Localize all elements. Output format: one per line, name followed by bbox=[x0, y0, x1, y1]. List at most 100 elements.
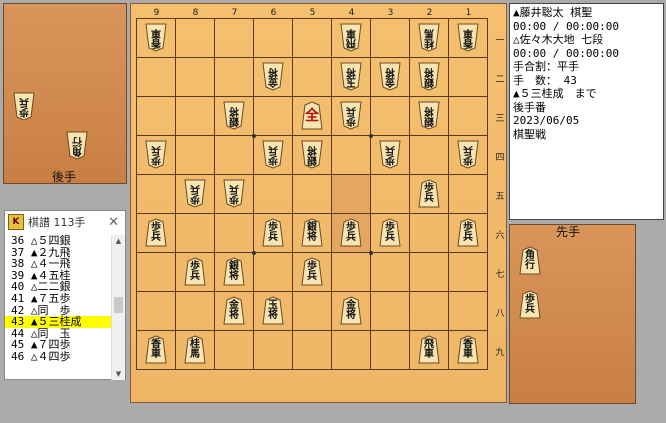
sente-pawn-piece[interactable]: 歩兵 bbox=[145, 218, 167, 247]
sente-pawn-piece[interactable]: 歩兵 bbox=[519, 290, 541, 319]
gote-lance-piece[interactable]: 香車 bbox=[145, 23, 167, 52]
board-square[interactable] bbox=[332, 253, 371, 292]
sente-hand-stand[interactable]: 先手 角行 歩兵 bbox=[509, 224, 636, 404]
board-square[interactable] bbox=[215, 214, 254, 253]
gote-pawn-piece[interactable]: 歩兵 bbox=[145, 140, 167, 169]
board-square[interactable] bbox=[371, 97, 410, 136]
board-square[interactable] bbox=[176, 292, 215, 331]
sente-rook-piece[interactable]: 飛車 bbox=[418, 335, 440, 364]
board-square[interactable] bbox=[371, 292, 410, 331]
gote-silver-piece[interactable]: 銀将 bbox=[301, 140, 323, 169]
gote-silver-piece[interactable]: 銀将 bbox=[223, 101, 245, 130]
board-square[interactable] bbox=[215, 331, 254, 370]
board-square[interactable] bbox=[449, 97, 488, 136]
kifu-window[interactable]: K 棋譜 113手 ✕ 36 △５四銀 37 ▲２九飛 38 △４一飛 39 ▲４五桂… bbox=[4, 210, 126, 380]
kifu-move-row[interactable]: 41 ▲７五歩 bbox=[5, 293, 113, 305]
kifu-move-row[interactable]: 36 △５四銀 bbox=[5, 235, 113, 247]
scroll-up-icon[interactable]: ▲ bbox=[112, 235, 125, 247]
sente-pawn-piece[interactable]: 歩兵 bbox=[184, 257, 206, 286]
board-square[interactable] bbox=[137, 292, 176, 331]
board-square[interactable] bbox=[332, 136, 371, 175]
sente-pawn-piece[interactable]: 歩兵 bbox=[379, 218, 401, 247]
board-square[interactable] bbox=[293, 292, 332, 331]
sente-knight-piece[interactable]: 桂馬 bbox=[184, 335, 206, 364]
sente-silver-piece[interactable]: 銀将 bbox=[223, 257, 245, 286]
sente-silver-piece[interactable]: 銀将 bbox=[301, 218, 323, 247]
board-square[interactable] bbox=[371, 175, 410, 214]
board-square[interactable] bbox=[137, 97, 176, 136]
gote-hand-stand[interactable]: 歩兵 角行 後手 bbox=[3, 3, 127, 184]
board-square[interactable] bbox=[254, 97, 293, 136]
board-square[interactable] bbox=[449, 292, 488, 331]
board-square[interactable] bbox=[449, 175, 488, 214]
gote-gold-piece[interactable]: 金将 bbox=[379, 62, 401, 91]
board-square[interactable] bbox=[254, 331, 293, 370]
sente-pawn-piece[interactable]: 歩兵 bbox=[301, 257, 323, 286]
gote-pawn-piece[interactable]: 歩兵 bbox=[184, 179, 206, 208]
kifu-move-row[interactable]: 43 ▲５三桂成 bbox=[5, 316, 113, 328]
board-square[interactable] bbox=[293, 331, 332, 370]
sente-pawn-piece[interactable]: 歩兵 bbox=[262, 218, 284, 247]
gote-silver-piece[interactable]: 銀将 bbox=[418, 62, 440, 91]
board-square[interactable] bbox=[176, 97, 215, 136]
sente-lance-piece[interactable]: 香車 bbox=[457, 335, 479, 364]
sente-gold-piece[interactable]: 金将 bbox=[340, 296, 362, 325]
sente-king-piece[interactable]: 玉将 bbox=[262, 296, 284, 325]
scrollbar-thumb[interactable] bbox=[114, 297, 123, 313]
gote-silver-piece[interactable]: 銀将 bbox=[418, 101, 440, 130]
gote-rook-piece[interactable]: 飛車 bbox=[340, 23, 362, 52]
board-square[interactable] bbox=[293, 58, 332, 97]
board-square[interactable] bbox=[176, 58, 215, 97]
board-square[interactable] bbox=[176, 214, 215, 253]
board-square[interactable] bbox=[410, 253, 449, 292]
sente-bishop-piece[interactable]: 角行 bbox=[519, 246, 541, 275]
gote-pawn-piece[interactable]: 歩兵 bbox=[262, 140, 284, 169]
board-square[interactable] bbox=[410, 214, 449, 253]
gote-pawn-piece[interactable]: 歩兵 bbox=[223, 179, 245, 208]
board-square[interactable] bbox=[254, 253, 293, 292]
board-square[interactable] bbox=[449, 253, 488, 292]
board-square[interactable] bbox=[293, 19, 332, 58]
board-square[interactable] bbox=[254, 19, 293, 58]
board-square[interactable] bbox=[332, 331, 371, 370]
board-square[interactable] bbox=[332, 175, 371, 214]
close-icon[interactable]: ✕ bbox=[108, 215, 119, 230]
gote-gold-piece[interactable]: 金将 bbox=[262, 62, 284, 91]
board-square[interactable] bbox=[215, 19, 254, 58]
sente-promoted-silver-piece[interactable]: 全 bbox=[301, 101, 323, 130]
gote-pawn-piece[interactable]: 歩兵 bbox=[379, 140, 401, 169]
scroll-down-icon[interactable]: ▼ bbox=[112, 368, 125, 380]
sente-pawn-piece[interactable]: 歩兵 bbox=[457, 218, 479, 247]
board-square[interactable] bbox=[410, 136, 449, 175]
gote-lance-piece[interactable]: 香車 bbox=[457, 23, 479, 52]
kifu-titlebar[interactable]: K 棋譜 113手 ✕ bbox=[5, 211, 125, 233]
board-square[interactable] bbox=[137, 58, 176, 97]
gote-knight-piece[interactable]: 桂馬 bbox=[418, 23, 440, 52]
sente-gold-piece[interactable]: 金将 bbox=[223, 296, 245, 325]
board-square[interactable] bbox=[371, 253, 410, 292]
board-square[interactable] bbox=[137, 175, 176, 214]
kifu-move-row[interactable]: 46 △４四歩 bbox=[5, 351, 113, 363]
sente-lance-piece[interactable]: 香車 bbox=[145, 335, 167, 364]
board-square[interactable] bbox=[371, 19, 410, 58]
board-square[interactable] bbox=[410, 292, 449, 331]
board-square[interactable] bbox=[371, 331, 410, 370]
gote-bishop-piece[interactable]: 角行 bbox=[66, 131, 88, 160]
board-square[interactable] bbox=[137, 253, 176, 292]
board-square[interactable] bbox=[176, 19, 215, 58]
gote-pawn-piece[interactable]: 歩兵 bbox=[457, 140, 479, 169]
board-square[interactable] bbox=[449, 58, 488, 97]
kifu-scrollbar[interactable]: ▲ ▼ bbox=[111, 235, 125, 380]
board-square[interactable] bbox=[215, 58, 254, 97]
sente-pawn-piece[interactable]: 歩兵 bbox=[418, 179, 440, 208]
board-square[interactable] bbox=[215, 136, 254, 175]
gote-king-piece[interactable]: 玉将 bbox=[340, 62, 362, 91]
gote-pawn-piece[interactable]: 歩兵 bbox=[13, 92, 35, 121]
board-square[interactable] bbox=[176, 136, 215, 175]
board-square[interactable] bbox=[254, 175, 293, 214]
shogi-board[interactable]: 987654321 一二三四五六七八九 香車 飛車 桂馬 香車 金将 玉将 金将 銀将 銀将全歩… bbox=[130, 3, 507, 403]
board-square[interactable] bbox=[293, 175, 332, 214]
sente-pawn-piece[interactable]: 歩兵 bbox=[340, 218, 362, 247]
kifu-move-list[interactable]: 36 △５四銀 37 ▲２九飛 38 △４一飛 39 ▲４五桂 40 △二二銀 41 ▲７… bbox=[5, 235, 113, 380]
gote-pawn-piece[interactable]: 歩兵 bbox=[340, 101, 362, 130]
